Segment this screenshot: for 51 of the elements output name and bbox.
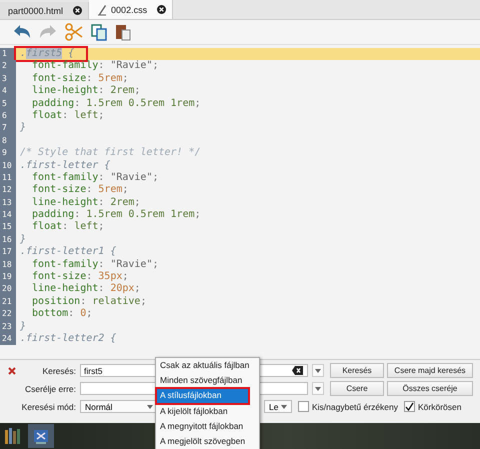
code-line: /* Style that first letter! */ <box>19 147 201 160</box>
line-number: 13 <box>0 196 16 210</box>
replace-label: Cserélje erre: <box>24 384 76 394</box>
line-number: 3 <box>0 72 16 86</box>
line-number: 23 <box>0 320 16 333</box>
line-number: 19 <box>0 271 16 284</box>
line-number: 21 <box>0 296 16 308</box>
line-number: 4 <box>0 85 16 98</box>
code-line: line-height: 2rem; <box>31 196 140 209</box>
line-number: 7 <box>0 122 16 135</box>
code-line: float: left; <box>31 221 104 234</box>
code-line: } <box>19 122 26 135</box>
line-number: 18 <box>0 258 16 272</box>
code-line: .first5 { <box>16 48 86 60</box>
code-line: font-family: "Ravie"; <box>31 60 159 73</box>
checkbox-label: Körkörösen <box>418 402 462 412</box>
line-number: 11 <box>0 172 16 184</box>
code-line: } <box>19 320 26 333</box>
line-number: 15 <box>0 221 16 234</box>
line-number: 17 <box>0 246 16 259</box>
code-line: .first-letter2 { <box>19 332 116 346</box>
line-number: 8 <box>0 134 16 148</box>
code-line: padding: 1.5rem 0.5rem 1rem; <box>31 209 201 221</box>
line-number: 20 <box>0 283 16 296</box>
line-number: 6 <box>0 110 16 122</box>
line-number: 22 <box>0 308 16 321</box>
code-line: .first-letter1 { <box>19 246 116 259</box>
line-number: 24 <box>0 332 16 346</box>
search-label: Keresés: <box>41 366 76 376</box>
code-line: font-size: 5rem; <box>31 184 128 197</box>
code-line: font-size: 5rem; <box>31 72 128 85</box>
code-line: line-height: 20px; <box>31 283 140 296</box>
code-line: .first-letter { <box>19 160 110 172</box>
line-number: 5 <box>0 98 16 110</box>
line-number: 9 <box>0 147 16 160</box>
code-line: bottom: 0; <box>31 308 92 321</box>
line-number: 16 <box>0 234 16 246</box>
checkbox-label: Kis/nagybetű érzékeny <box>312 402 398 412</box>
code-line: line-height: 2rem; <box>31 85 140 98</box>
mode-label: Keresési mód: <box>20 402 76 412</box>
code-line: float: left; <box>31 110 104 122</box>
line-number: 10 <box>0 160 16 172</box>
code-line: padding: 1.5rem 0.5rem 1rem; <box>31 98 201 110</box>
code-line: } <box>19 234 26 246</box>
code-line: font-size: 35px; <box>31 271 128 283</box>
code-line: font-family: "Ravie"; <box>31 258 159 271</box>
line-number: 14 <box>0 209 16 222</box>
code-line: position: relative; <box>31 296 146 308</box>
code-line: font-family: "Ravie"; <box>31 172 159 184</box>
line-number: 2 <box>0 60 16 73</box>
line-number: 12 <box>0 184 16 197</box>
